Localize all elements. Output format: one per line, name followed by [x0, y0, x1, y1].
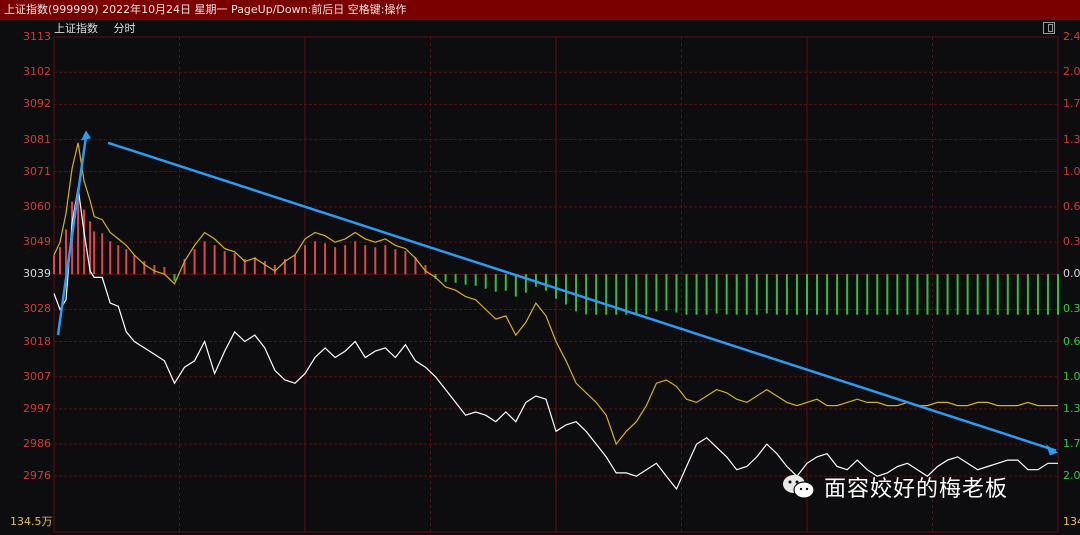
volume-scale-label-right: 134.5万 [1063, 515, 1080, 528]
tdx-intraday-window: 上证指数(999999) 2022年10月24日 星期一 PageUp/Down… [0, 0, 1080, 535]
percent-tick-label: 0.69% [1063, 334, 1080, 348]
price-tick-label: 3049 [23, 235, 51, 249]
price-tick-label: 3071 [23, 164, 51, 178]
watermark-text: 面容姣好的梅老板 [824, 477, 1009, 502]
percent-tick-label: 1.73% [1063, 97, 1080, 111]
price-tick-label: 3060 [23, 199, 51, 213]
wechat-icon [783, 475, 815, 499]
price-tick-label: 3039 [23, 267, 51, 281]
percent-tick-label: 2.43% [1063, 30, 1080, 43]
price-tick-label: 2997 [23, 401, 51, 415]
trend-arrow-up [56, 136, 88, 336]
watermark: 面容姣好的梅老板 [782, 470, 1008, 504]
percent-tick-label: 1.39% [1063, 401, 1080, 415]
percent-tick-label: 1.04% [1063, 369, 1080, 383]
volume-scale-label-left: 134.5万 [10, 515, 53, 528]
percent-tick-label: 1.73% [1063, 437, 1080, 451]
percent-tick-label: 2.08% [1063, 469, 1080, 483]
percent-tick-label: 1.04% [1063, 164, 1080, 178]
price-tick-label: 3007 [23, 369, 51, 383]
price-tick-label: 3113 [23, 30, 51, 43]
percent-tick-label: 0.00% [1063, 267, 1080, 281]
percent-tick-label: 0.35% [1063, 302, 1080, 316]
intraday-chart[interactable] [0, 0, 1080, 535]
price-tick-label: 2976 [23, 469, 51, 483]
price-tick-label: 2986 [23, 437, 51, 451]
price-tick-label: 3102 [23, 65, 51, 79]
trend-arrow-down [107, 141, 1057, 452]
percent-tick-label: 1.39% [1063, 132, 1080, 146]
price-tick-label: 3028 [23, 302, 51, 316]
percent-tick-label: 0.35% [1063, 235, 1080, 249]
price-tick-label: 3018 [23, 334, 51, 348]
price-tick-label: 3092 [23, 97, 51, 111]
percent-tick-label: 2.08% [1063, 65, 1080, 79]
percent-tick-label: 0.69% [1063, 199, 1080, 213]
trend-arrowhead-up [81, 130, 91, 141]
price-tick-label: 3081 [23, 132, 51, 146]
trend-arrowhead-down [1046, 444, 1058, 456]
